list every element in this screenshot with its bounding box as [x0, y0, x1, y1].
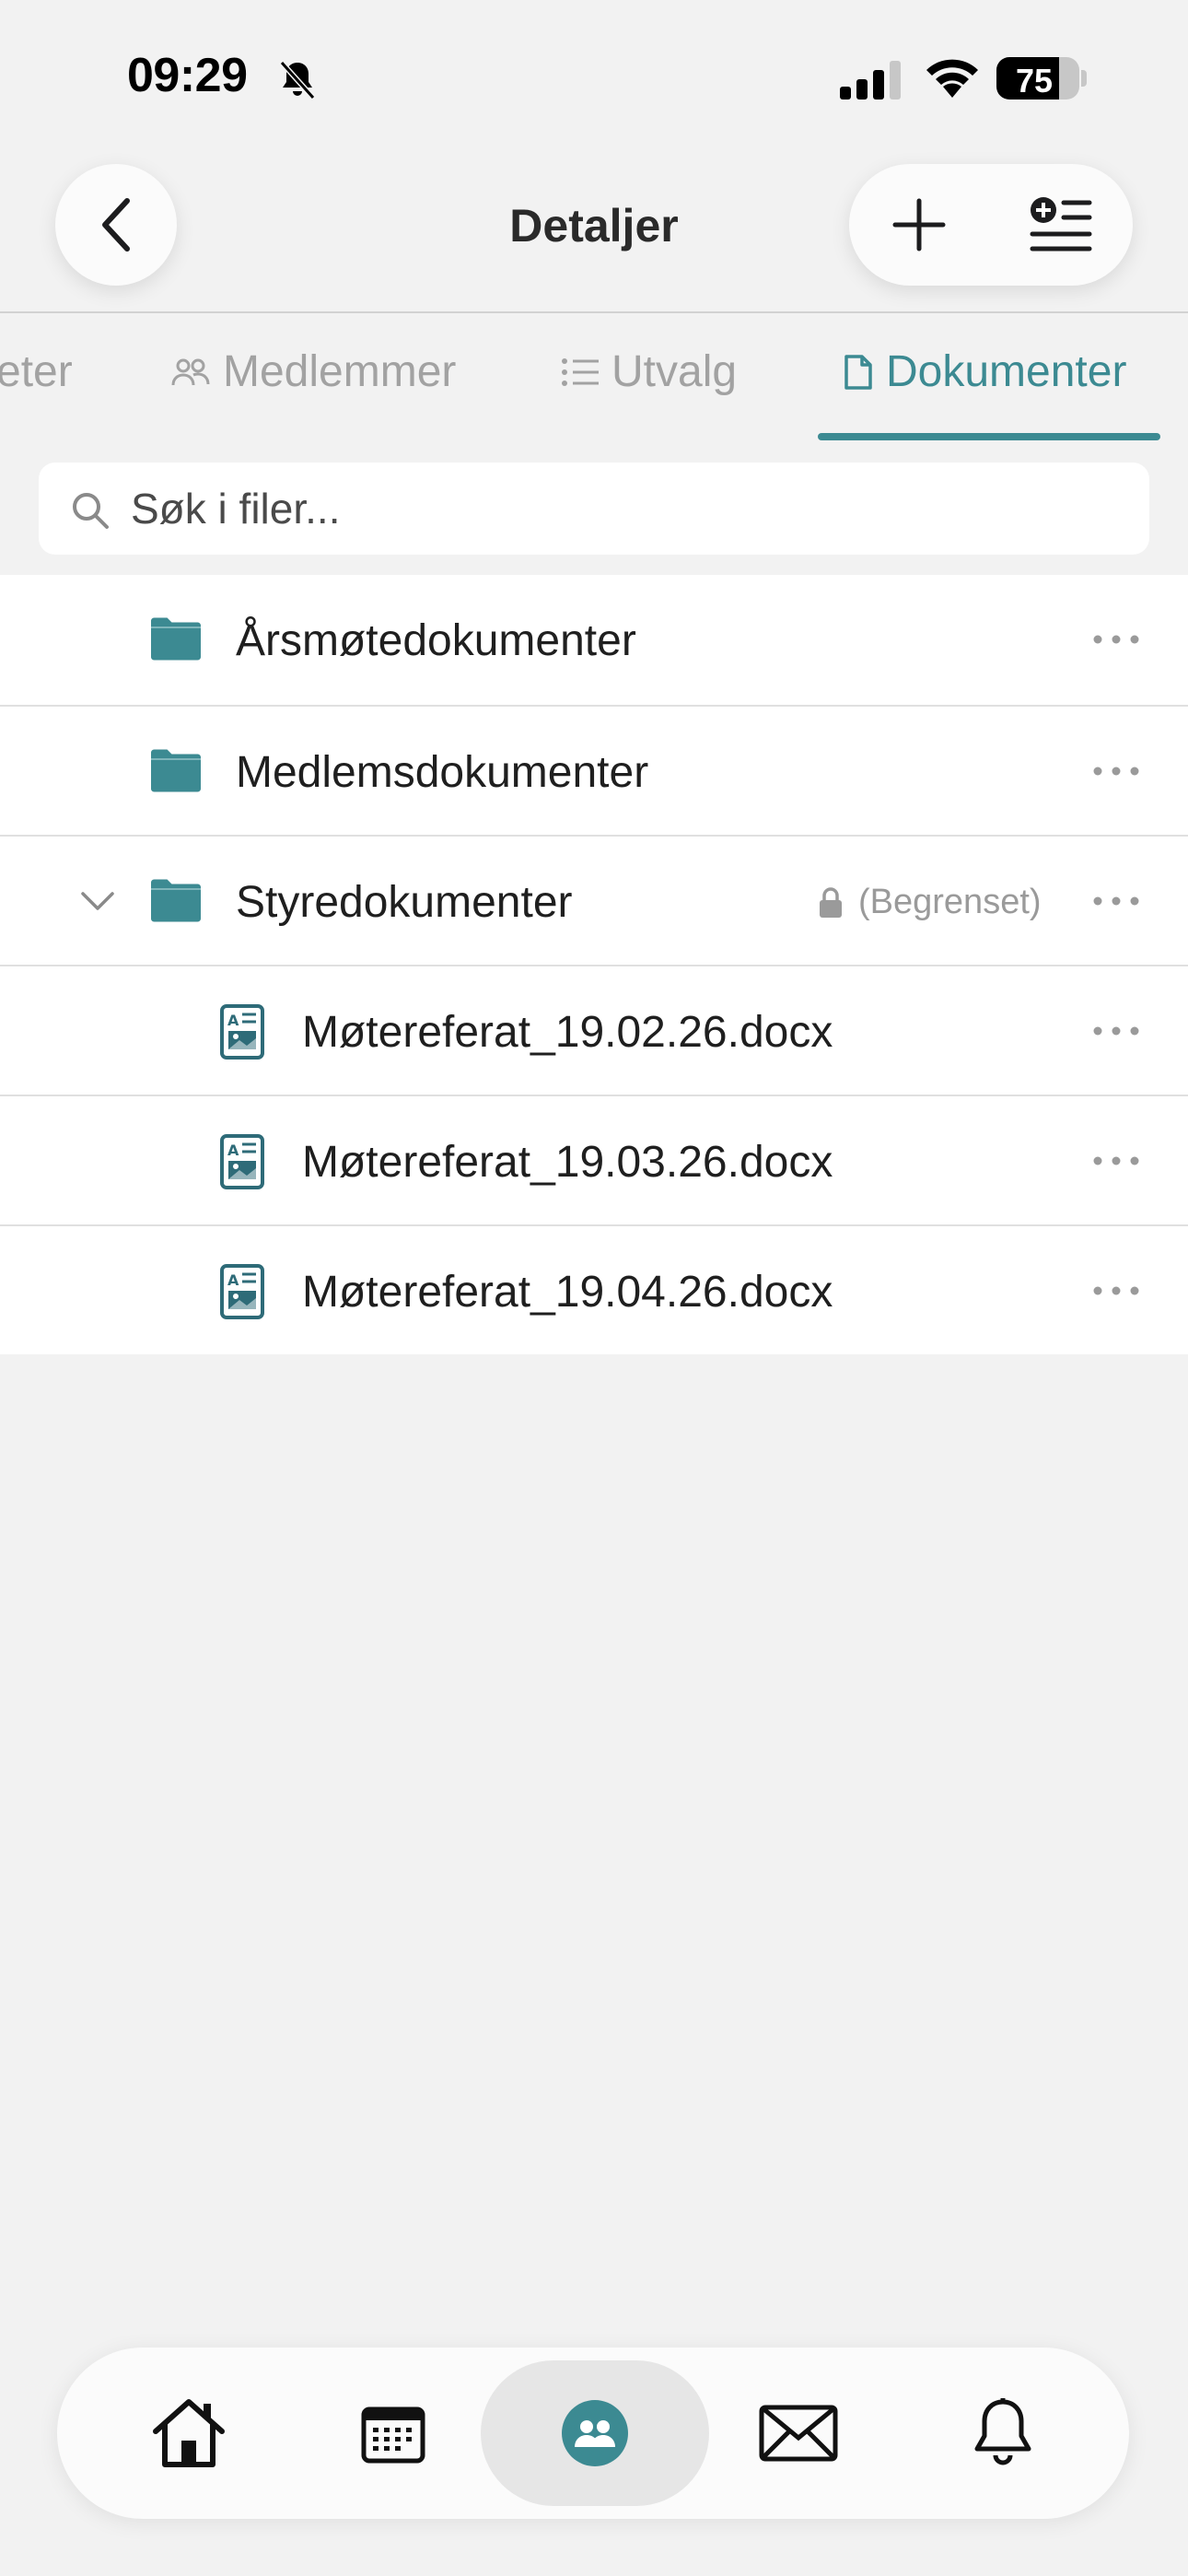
tab-committees[interactable]: Utvalg: [562, 346, 737, 397]
lock-icon: [820, 886, 842, 918]
page-title: Detaljer: [509, 200, 679, 252]
file-name: Møtereferat_19.04.26.docx: [302, 1268, 833, 1317]
folder-row[interactable]: Medlemsdokumenter: [0, 705, 1188, 835]
battery-cap: [1081, 70, 1087, 87]
signal-icon: [840, 61, 901, 100]
more-options-icon[interactable]: [1090, 1014, 1142, 1048]
back-button[interactable]: [55, 164, 177, 286]
folder-row[interactable]: Årsmøtedokumenter: [0, 575, 1188, 705]
add-button[interactable]: [882, 188, 956, 262]
svg-text:A: A: [227, 1012, 239, 1029]
folder-name: Medlemsdokumenter: [236, 748, 649, 797]
more-options-icon[interactable]: [1090, 1274, 1142, 1307]
home-icon: [153, 2399, 225, 2467]
folder-icon: [151, 749, 201, 792]
tab-partial[interactable]: eter: [0, 346, 73, 397]
battery-indicator: 75: [996, 57, 1079, 100]
chevron-down-icon[interactable]: [77, 884, 118, 918]
active-tab-indicator: [818, 433, 1160, 440]
folder-icon: [151, 879, 201, 922]
svg-text:A: A: [227, 1271, 239, 1289]
bell-icon: [974, 2398, 1031, 2465]
battery-percent: 75: [1015, 62, 1054, 100]
status-bar: 09:29 75: [0, 0, 1188, 157]
search-icon: [73, 493, 109, 529]
file-list: Årsmøtedokumenter Medlemsdokumenter Styr…: [0, 575, 1188, 1354]
document-file-icon: A: [220, 1134, 264, 1189]
calendar-icon: [361, 2406, 425, 2464]
file-name: Møtereferat_19.02.26.docx: [302, 1008, 833, 1057]
search-bar: [39, 463, 1149, 555]
tab-notifications[interactable]: [954, 2384, 1052, 2482]
bell-off-icon: [279, 60, 316, 100]
list-add-icon: [1030, 197, 1092, 252]
file-name: Møtereferat_19.03.26.docx: [302, 1138, 833, 1187]
folder-icon: [151, 617, 201, 661]
document-file-icon: A: [220, 1264, 264, 1319]
tab-bar: eter Medlemmer Utvalg Dokumenter: [0, 313, 1188, 398]
document-icon: [844, 354, 872, 390]
file-row[interactable]: A Møtereferat_19.03.26.docx: [0, 1095, 1188, 1224]
tab-documents[interactable]: Dokumenter: [844, 346, 1126, 397]
tab-members[interactable]: Medlemmer: [171, 346, 456, 397]
tab-label: Dokumenter: [886, 347, 1127, 396]
tab-calendar[interactable]: [344, 2384, 442, 2482]
svg-text:A: A: [227, 1142, 239, 1159]
list-add-button[interactable]: [1024, 188, 1098, 262]
wifi-icon: [926, 59, 978, 98]
people-icon: [171, 358, 210, 385]
tab-messages[interactable]: [750, 2384, 847, 2482]
more-options-icon[interactable]: [1090, 755, 1142, 788]
tab-label: Medlemmer: [223, 347, 457, 396]
mail-icon: [759, 2405, 838, 2462]
tab-label: eter: [0, 347, 73, 396]
folder-name: Årsmøtedokumenter: [236, 616, 636, 665]
tab-label: Utvalg: [611, 347, 738, 396]
chevron-left-icon: [102, 198, 130, 252]
more-options-icon[interactable]: [1090, 623, 1142, 656]
tab-groups[interactable]: [546, 2384, 644, 2482]
restricted-badge: (Begrenset): [818, 883, 1042, 922]
folder-name: Styredokumenter: [236, 878, 573, 927]
folder-row-expanded[interactable]: Styredokumenter (Begrenset): [0, 835, 1188, 965]
nav-actions: [849, 164, 1133, 286]
more-options-icon[interactable]: [1090, 884, 1142, 918]
restricted-label: (Begrenset): [858, 883, 1042, 921]
status-time: 09:29: [127, 49, 248, 102]
group-icon: [562, 2400, 628, 2466]
document-file-icon: A: [220, 1004, 264, 1060]
plus-icon: [892, 198, 946, 252]
file-row[interactable]: A Møtereferat_19.04.26.docx: [0, 1224, 1188, 1354]
list-icon: [562, 357, 599, 386]
more-options-icon[interactable]: [1090, 1144, 1142, 1177]
search-input[interactable]: [131, 463, 1125, 555]
file-row[interactable]: A Møtereferat_19.02.26.docx: [0, 965, 1188, 1095]
tab-home[interactable]: [140, 2384, 238, 2482]
bottom-tab-bar: [57, 2348, 1129, 2519]
